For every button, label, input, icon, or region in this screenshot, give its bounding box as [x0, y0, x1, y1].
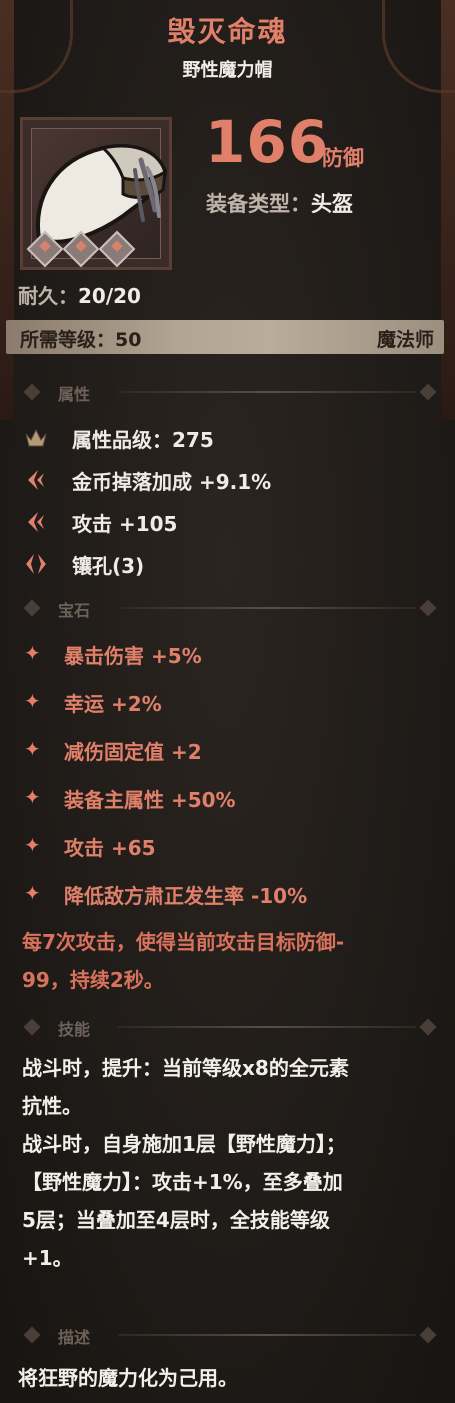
gem-text: 装备主属性 +50% [64, 788, 236, 812]
attribute-text: 属性品级：275 [72, 428, 214, 452]
attribute-text: 攻击 +105 [72, 512, 178, 536]
gem-star-icon: ✦ [24, 737, 41, 761]
diamond-icon [419, 599, 437, 617]
section-label: 宝石 [58, 601, 91, 620]
item-name: 毁灭命魂 [167, 15, 288, 48]
defense-value: 166 [205, 108, 330, 176]
socket-row [26, 230, 150, 268]
section-description: 描述 [18, 1323, 438, 1349]
attribute-text: 金币掉落加成 +9.1% [72, 470, 272, 494]
divider [118, 607, 416, 609]
gem-star-icon: ✦ [24, 833, 41, 857]
diamond-icon [23, 599, 41, 617]
skill-line: 5层；当叠加至4层时，全技能等级 [22, 1208, 330, 1232]
diamond-icon [419, 1326, 437, 1344]
diamond-icon [419, 383, 437, 401]
gem-star-icon: ✦ [24, 881, 41, 905]
gem-star-icon: ✦ [24, 785, 41, 809]
divider [118, 1334, 416, 1336]
skill-line: 【野性魔力】：攻击+1%，至多叠加 [22, 1170, 343, 1194]
attribute-row: 金币掉落加成 +9.1% [0, 464, 455, 496]
skill-line: 战斗时，提升：当前等级x8的全元素 [22, 1056, 349, 1080]
description-text: 将狂野的魔力化为己用。 [18, 1366, 238, 1390]
gem-text: 减伤固定值 +2 [64, 740, 202, 764]
skill-line: 战斗时，自身施加1层【野性魔力】； [22, 1132, 346, 1156]
gem-star-icon: ✦ [24, 641, 41, 665]
required-level: 所需等级：50 [20, 329, 142, 351]
section-attributes: 属性 [18, 380, 438, 406]
diamond-icon [23, 383, 41, 401]
item-base-name: 野性魔力帽 [182, 60, 273, 81]
attribute-row: 攻击 +105 [0, 506, 455, 538]
attribute-text: 镶孔(3) [72, 554, 145, 578]
diamond-icon [419, 1018, 437, 1036]
defense-unit: 防御 [322, 146, 364, 170]
section-label: 描述 [58, 1328, 91, 1347]
attack-icon [28, 512, 44, 532]
gold-drop-icon [28, 470, 44, 490]
diamond-icon [23, 1326, 41, 1344]
divider [118, 391, 416, 393]
gem-text: 降低敌方肃正发生率 -10% [64, 884, 308, 908]
skill-text: 战斗时，提升：当前等级x8的全元素 抗性。 战斗时，自身施加1层【野性魔力】； … [22, 1049, 442, 1277]
gem-star-icon: ✦ [24, 689, 41, 713]
gem-row: ✦ 攻击 +65 [0, 830, 455, 862]
gem-socket-icon [62, 230, 100, 268]
section-gems: 宝石 [18, 596, 438, 622]
special-effect-line: 99，持续2秒。 [22, 968, 164, 992]
special-effect-line: 每7次攻击，使得当前攻击目标防御- [22, 930, 345, 954]
skill-line: 抗性。 [22, 1094, 82, 1118]
divider [118, 1026, 416, 1028]
socket-icon [26, 554, 46, 574]
diamond-icon [23, 1018, 41, 1036]
required-class: 魔法师 [376, 329, 434, 351]
requirement-bar: 所需等级：50 魔法师 [6, 320, 444, 354]
attribute-row: 属性品级：275 [0, 422, 455, 454]
durability-value: 20/20 [78, 284, 141, 308]
special-effect-text: 每7次攻击，使得当前攻击目标防御- 99，持续2秒。 [22, 923, 442, 999]
gem-row: ✦ 降低敌方肃正发生率 -10% [0, 878, 455, 910]
gem-row: ✦ 暴击伤害 +5% [0, 638, 455, 670]
gem-text: 幸运 +2% [64, 692, 162, 716]
equip-type-label: 装备类型： [206, 192, 311, 216]
gem-row: ✦ 减伤固定值 +2 [0, 734, 455, 766]
item-tooltip-panel: 毁灭命魂 野性魔力帽 166 防御 装备类型：头盔 耐久：20/20 所需等级：… [0, 0, 455, 1403]
section-label: 属性 [58, 385, 91, 404]
gem-socket-icon [26, 230, 64, 268]
gem-text: 暴击伤害 +5% [64, 644, 202, 668]
durability-label: 耐久： [18, 284, 78, 308]
equip-type: 装备类型：头盔 [206, 188, 353, 218]
gem-text: 攻击 +65 [64, 836, 156, 860]
durability: 耐久：20/20 [18, 280, 141, 309]
attribute-row: 镶孔(3) [0, 548, 455, 580]
gem-row: ✦ 装备主属性 +50% [0, 782, 455, 814]
skill-line: +1。 [22, 1246, 73, 1270]
quality-crown-icon [25, 428, 47, 447]
section-label: 技能 [58, 1020, 91, 1039]
equip-type-value: 头盔 [311, 192, 353, 216]
gem-row: ✦ 幸运 +2% [0, 686, 455, 718]
section-skills: 技能 [18, 1015, 438, 1041]
gem-socket-icon [98, 230, 136, 268]
